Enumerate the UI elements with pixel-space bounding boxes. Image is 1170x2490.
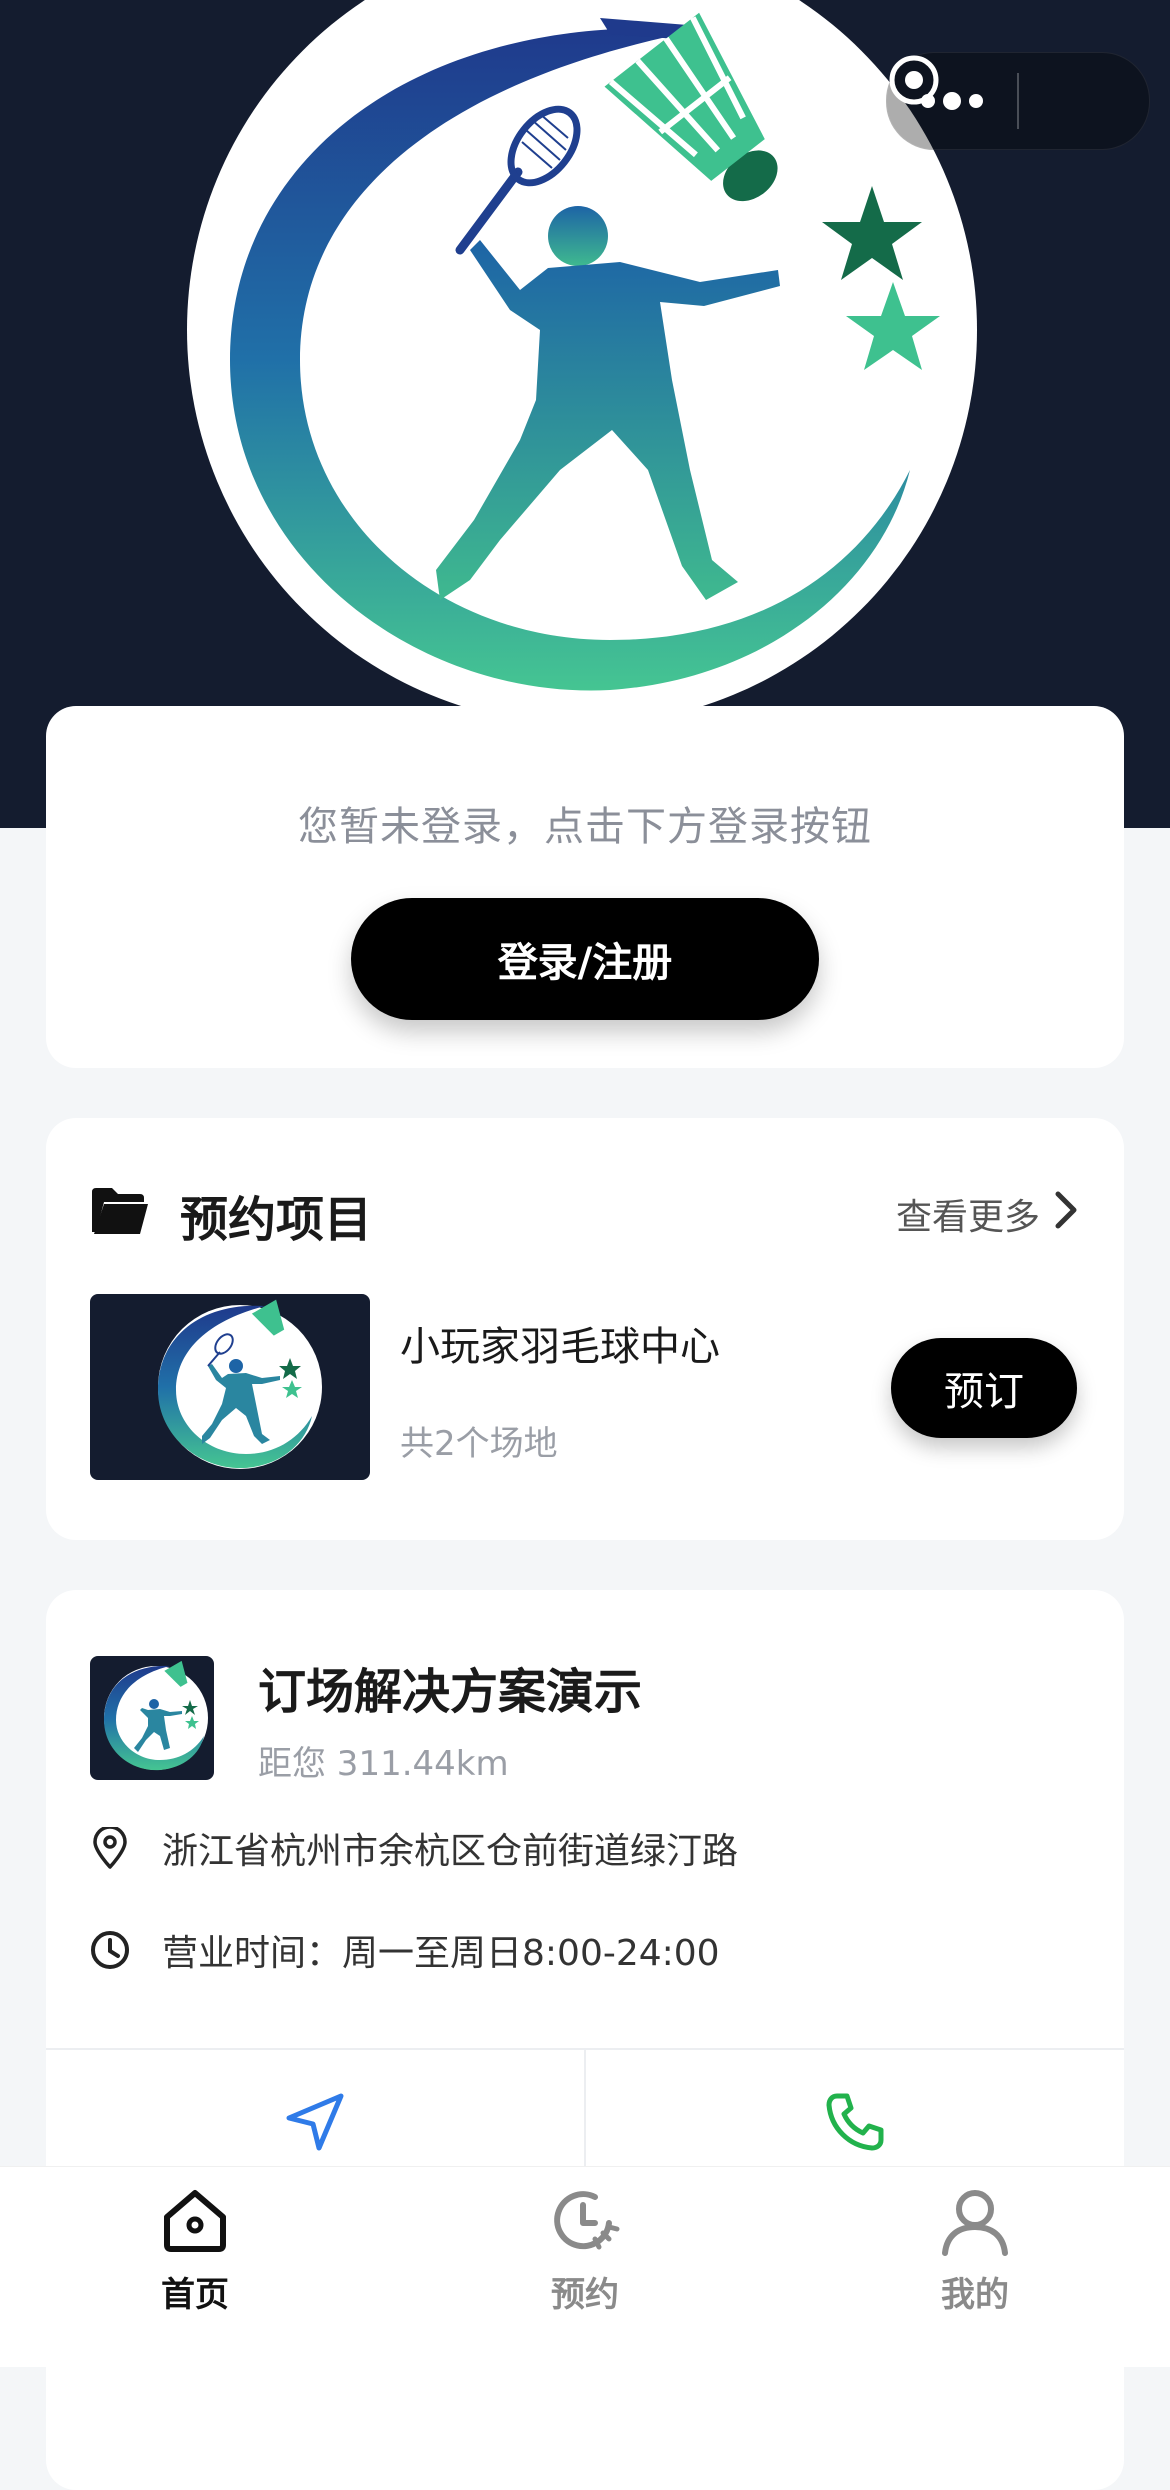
tab-label: 首页 xyxy=(161,2275,229,2315)
clock-icon xyxy=(90,1930,130,1970)
address-text: 浙江省杭州市余杭区仓前街道绿汀路 xyxy=(162,1831,739,1872)
tab-home[interactable]: 首页 xyxy=(0,2167,390,2367)
tab-label: 预约 xyxy=(551,2275,619,2315)
venue-distance: 距您 311.44km xyxy=(258,1744,509,1784)
hours-row: 营业时间：周一至周日8:00-24:00 xyxy=(90,1924,720,1976)
target-icon[interactable] xyxy=(889,53,1149,149)
mini-program-capsule xyxy=(886,52,1150,150)
book-button[interactable]: 预订 xyxy=(891,1338,1077,1438)
folder-icon xyxy=(90,1186,150,1240)
tab-label: 我的 xyxy=(941,2275,1009,2315)
section-title: 预约项目 xyxy=(180,1192,373,1248)
hours-text: 营业时间：周一至周日8:00-24:00 xyxy=(162,1933,720,1974)
venue-logo xyxy=(90,1656,214,1780)
bottom-tab-bar: 首页 预约 我的 xyxy=(0,2166,1170,2367)
court-count: 共2个场地 xyxy=(400,1424,558,1464)
home-icon xyxy=(159,2185,231,2261)
address-row[interactable]: 浙江省杭州市余杭区仓前街道绿汀路 xyxy=(90,1822,738,1874)
clock-history-icon xyxy=(549,2185,621,2261)
tab-booking[interactable]: 预约 xyxy=(390,2167,780,2367)
tab-mine[interactable]: 我的 xyxy=(780,2167,1170,2367)
booking-projects-card: 预约项目 查看更多 小玩家羽毛球中心 共2个场地 预订 xyxy=(46,1118,1124,1540)
hero-banner xyxy=(0,0,1170,828)
venue-name: 订场解决方案演示 xyxy=(258,1664,643,1720)
login-tip: 您暂未登录，点击下方登录按钮 xyxy=(298,804,872,850)
login-register-button[interactable]: 登录/注册 xyxy=(351,898,819,1020)
chevron-right-icon xyxy=(1054,1190,1078,1239)
login-card: 您暂未登录，点击下方登录按钮 登录/注册 xyxy=(46,706,1124,1068)
see-more-link[interactable]: 查看更多 xyxy=(896,1188,1078,1240)
see-more-label: 查看更多 xyxy=(895,1197,1040,1238)
location-pin-icon xyxy=(90,1827,130,1869)
venue-thumbnail[interactable] xyxy=(90,1294,370,1480)
user-icon xyxy=(939,2185,1011,2261)
project-name: 小玩家羽毛球中心 xyxy=(400,1324,720,1370)
